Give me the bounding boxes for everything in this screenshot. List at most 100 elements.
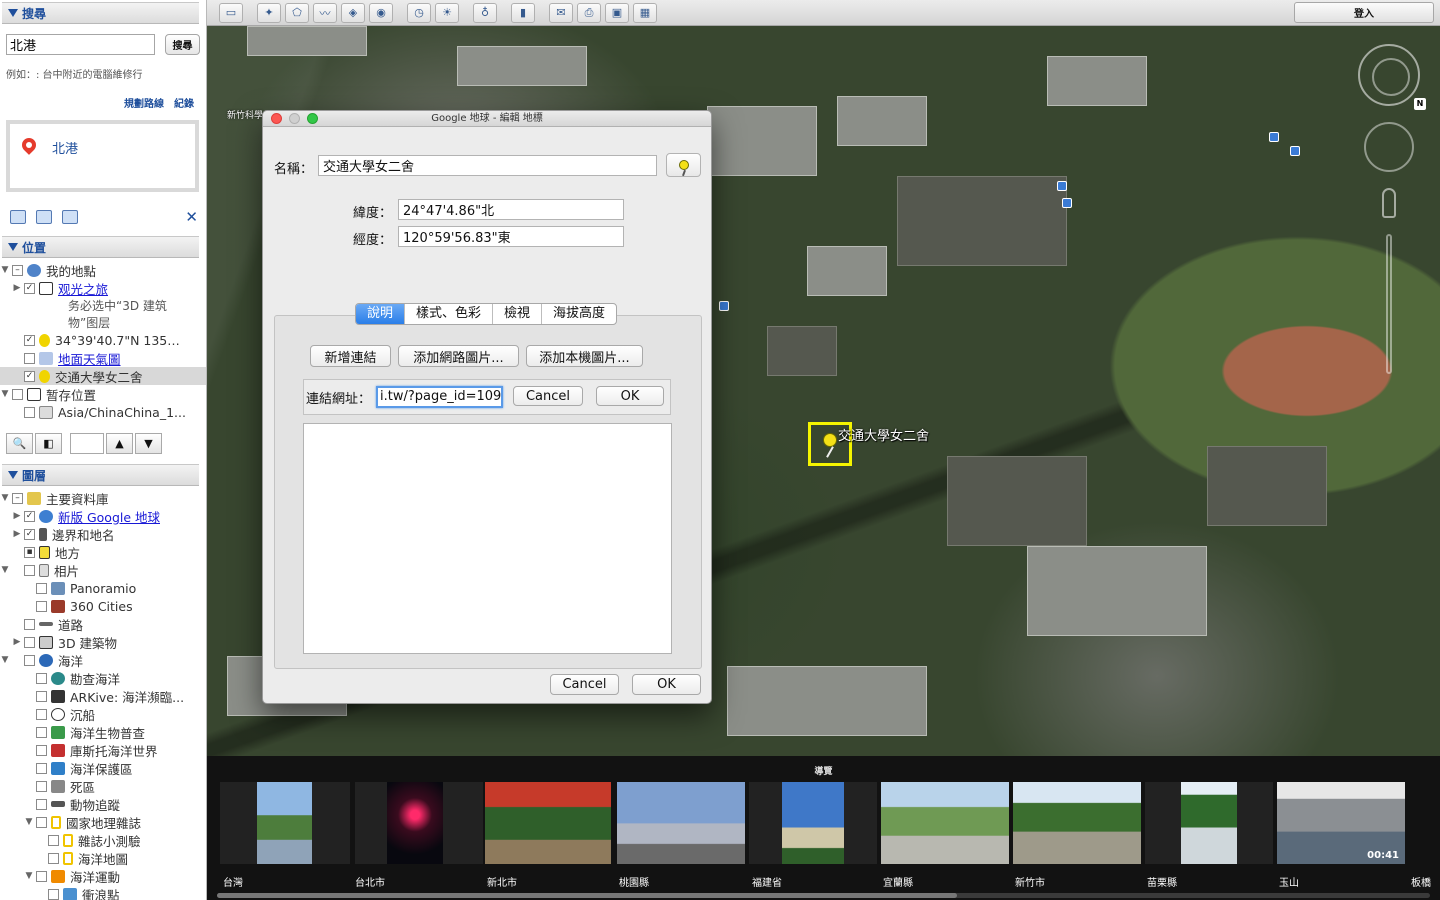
checkbox[interactable] (12, 388, 23, 400)
sunlight-button[interactable]: ☀ (435, 2, 459, 23)
layer-item[interactable]: 庫斯托海洋世界 (0, 741, 206, 759)
toggle-panel-button[interactable]: ◧ (35, 433, 62, 454)
layer-item[interactable]: ARKive: 海洋瀕臨... (0, 687, 206, 705)
tour-thumbnail-image[interactable] (1181, 782, 1237, 864)
checkbox[interactable] (24, 406, 35, 418)
chevron-down-icon[interactable]: ▼ (0, 389, 10, 399)
tour-thumbnail-image[interactable]: 00:41 (1277, 782, 1405, 864)
checkbox[interactable] (36, 744, 47, 756)
tour-thumbnail-image[interactable] (1013, 782, 1141, 864)
tree-item-selected-placemark[interactable]: ✓ 交通大學女二舍 (0, 367, 206, 385)
layer-item[interactable]: Panoramio (0, 579, 206, 597)
link-url-input[interactable]: i.tw/?page_id=1099 (376, 386, 503, 408)
checkbox[interactable] (48, 888, 59, 900)
checkbox[interactable] (24, 654, 35, 666)
add-local-image-button[interactable]: 添加本機圖片... (526, 345, 643, 367)
print-button[interactable]: ⎙ (577, 2, 601, 23)
layer-item[interactable]: 衝浪點 (0, 885, 206, 900)
chevron-right-icon[interactable]: ▶ (12, 511, 22, 521)
sidebar-toggle-button[interactable]: ▭ (219, 2, 243, 23)
tab-altitude[interactable]: 海拔高度 (542, 304, 616, 324)
add-path-button[interactable]: 〰 (313, 2, 337, 23)
checkbox[interactable] (36, 582, 47, 594)
layer-label[interactable]: 新版 Google 地球 (58, 507, 160, 526)
chevron-down-icon[interactable]: ▼ (0, 493, 10, 503)
tab-view[interactable]: 檢視 (493, 304, 543, 324)
poi-icon[interactable] (1269, 132, 1279, 142)
layer-item[interactable]: ▼ 海洋運動 (0, 867, 206, 885)
folder-icon[interactable] (10, 210, 26, 224)
search-panel-header[interactable]: 搜尋 (2, 2, 199, 24)
zoom-slider[interactable] (1386, 234, 1392, 374)
search-input[interactable] (6, 34, 155, 55)
tab-style-color[interactable]: 樣式、色彩 (405, 304, 494, 324)
checkbox[interactable] (24, 564, 35, 576)
layer-item[interactable]: 360 Cities (0, 597, 206, 615)
historical-imagery-button[interactable]: ◷ (407, 2, 431, 23)
layer-item[interactable]: ▼ 相片 (0, 561, 206, 579)
signin-button[interactable]: 登入 (1294, 2, 1434, 23)
add-placemark-button[interactable]: ✦ (257, 2, 281, 23)
checkbox[interactable] (36, 690, 47, 702)
email-button[interactable]: ✉ (549, 2, 573, 23)
tab-description[interactable]: 說明 (356, 304, 406, 324)
layer-item[interactable]: ▶ 3D 建築物 (0, 633, 206, 651)
tree-item-label[interactable]: 观光之旅 (58, 279, 108, 298)
checkbox[interactable] (48, 834, 59, 846)
checkbox[interactable] (24, 618, 35, 630)
placemark-icon-button[interactable] (666, 153, 701, 177)
tour-scrollbar[interactable] (217, 893, 1430, 898)
layer-item[interactable]: ▶ ✓ 邊界和地名 (0, 525, 206, 543)
checkbox[interactable]: ✓ (24, 282, 35, 294)
chevron-down-icon[interactable]: ▼ (24, 871, 34, 881)
chevron-down-icon[interactable]: ▼ (0, 265, 10, 275)
places-filter-input[interactable] (70, 433, 104, 454)
add-link-button[interactable]: 新增連結 (310, 345, 391, 367)
checkbox[interactable]: – (12, 264, 23, 276)
north-icon[interactable]: N (1414, 98, 1426, 110)
link-cancel-button[interactable]: Cancel (513, 386, 583, 406)
tree-item-asia[interactable]: Asia/ChinaChina_1... (0, 403, 206, 421)
tour-thumbnail-image[interactable] (485, 782, 611, 864)
dialog-ok-button[interactable]: OK (632, 674, 701, 695)
minimize-window-icon[interactable] (289, 113, 300, 124)
history-link[interactable]: 紀錄 (174, 95, 194, 110)
layers-panel-header[interactable]: 圖層 (2, 464, 199, 486)
save-image-button[interactable]: ▣ (605, 2, 629, 23)
record-tour-button[interactable]: ◉ (369, 2, 393, 23)
layer-item[interactable]: 死區 (0, 777, 206, 795)
checkbox[interactable] (36, 798, 47, 810)
poi-icon[interactable] (719, 301, 729, 311)
chevron-right-icon[interactable]: ▶ (12, 637, 22, 647)
tree-item-temporary[interactable]: ▼ 暂存位置 (0, 385, 206, 403)
tour-thumbnail-image[interactable] (257, 782, 312, 864)
layer-item[interactable]: ▼ 海洋 (0, 651, 206, 669)
search-result-name[interactable]: 北港 (52, 138, 78, 157)
print-icon[interactable] (62, 210, 78, 224)
chevron-down-icon[interactable]: ▼ (0, 565, 10, 575)
chevron-right-icon[interactable]: ▶ (12, 283, 22, 293)
view-maps-button[interactable]: ▦ (633, 2, 657, 23)
directions-link[interactable]: 規劃路線 (124, 95, 164, 110)
layer-item[interactable]: 沉船 (0, 705, 206, 723)
zoom-window-icon[interactable] (307, 113, 318, 124)
longitude-field[interactable] (398, 226, 624, 247)
chevron-right-icon[interactable]: ▶ (12, 529, 22, 539)
layer-item[interactable]: ▼ – 主要資料庫 (0, 489, 206, 507)
pegman-icon[interactable] (1382, 188, 1396, 218)
layer-item[interactable]: 雜誌小測驗 (0, 831, 206, 849)
close-icon[interactable]: ✕ (185, 208, 198, 226)
tree-item-my-places[interactable]: ▼ – 我的地點 (0, 261, 206, 279)
move-down-button[interactable]: ▼ (135, 433, 162, 454)
layer-item[interactable]: 道路 (0, 615, 206, 633)
name-field[interactable] (318, 155, 657, 176)
checkbox[interactable] (36, 726, 47, 738)
poi-icon[interactable] (1057, 181, 1067, 191)
add-web-image-button[interactable]: 添加網路圖片... (398, 345, 519, 367)
layer-item[interactable]: ▪ 地方 (0, 543, 206, 561)
checkbox[interactable] (36, 708, 47, 720)
tour-thumbnail-image[interactable] (782, 782, 844, 864)
checkbox[interactable] (36, 816, 47, 828)
dialog-cancel-button[interactable]: Cancel (550, 674, 619, 695)
ruler-button[interactable]: ▮ (511, 2, 535, 23)
